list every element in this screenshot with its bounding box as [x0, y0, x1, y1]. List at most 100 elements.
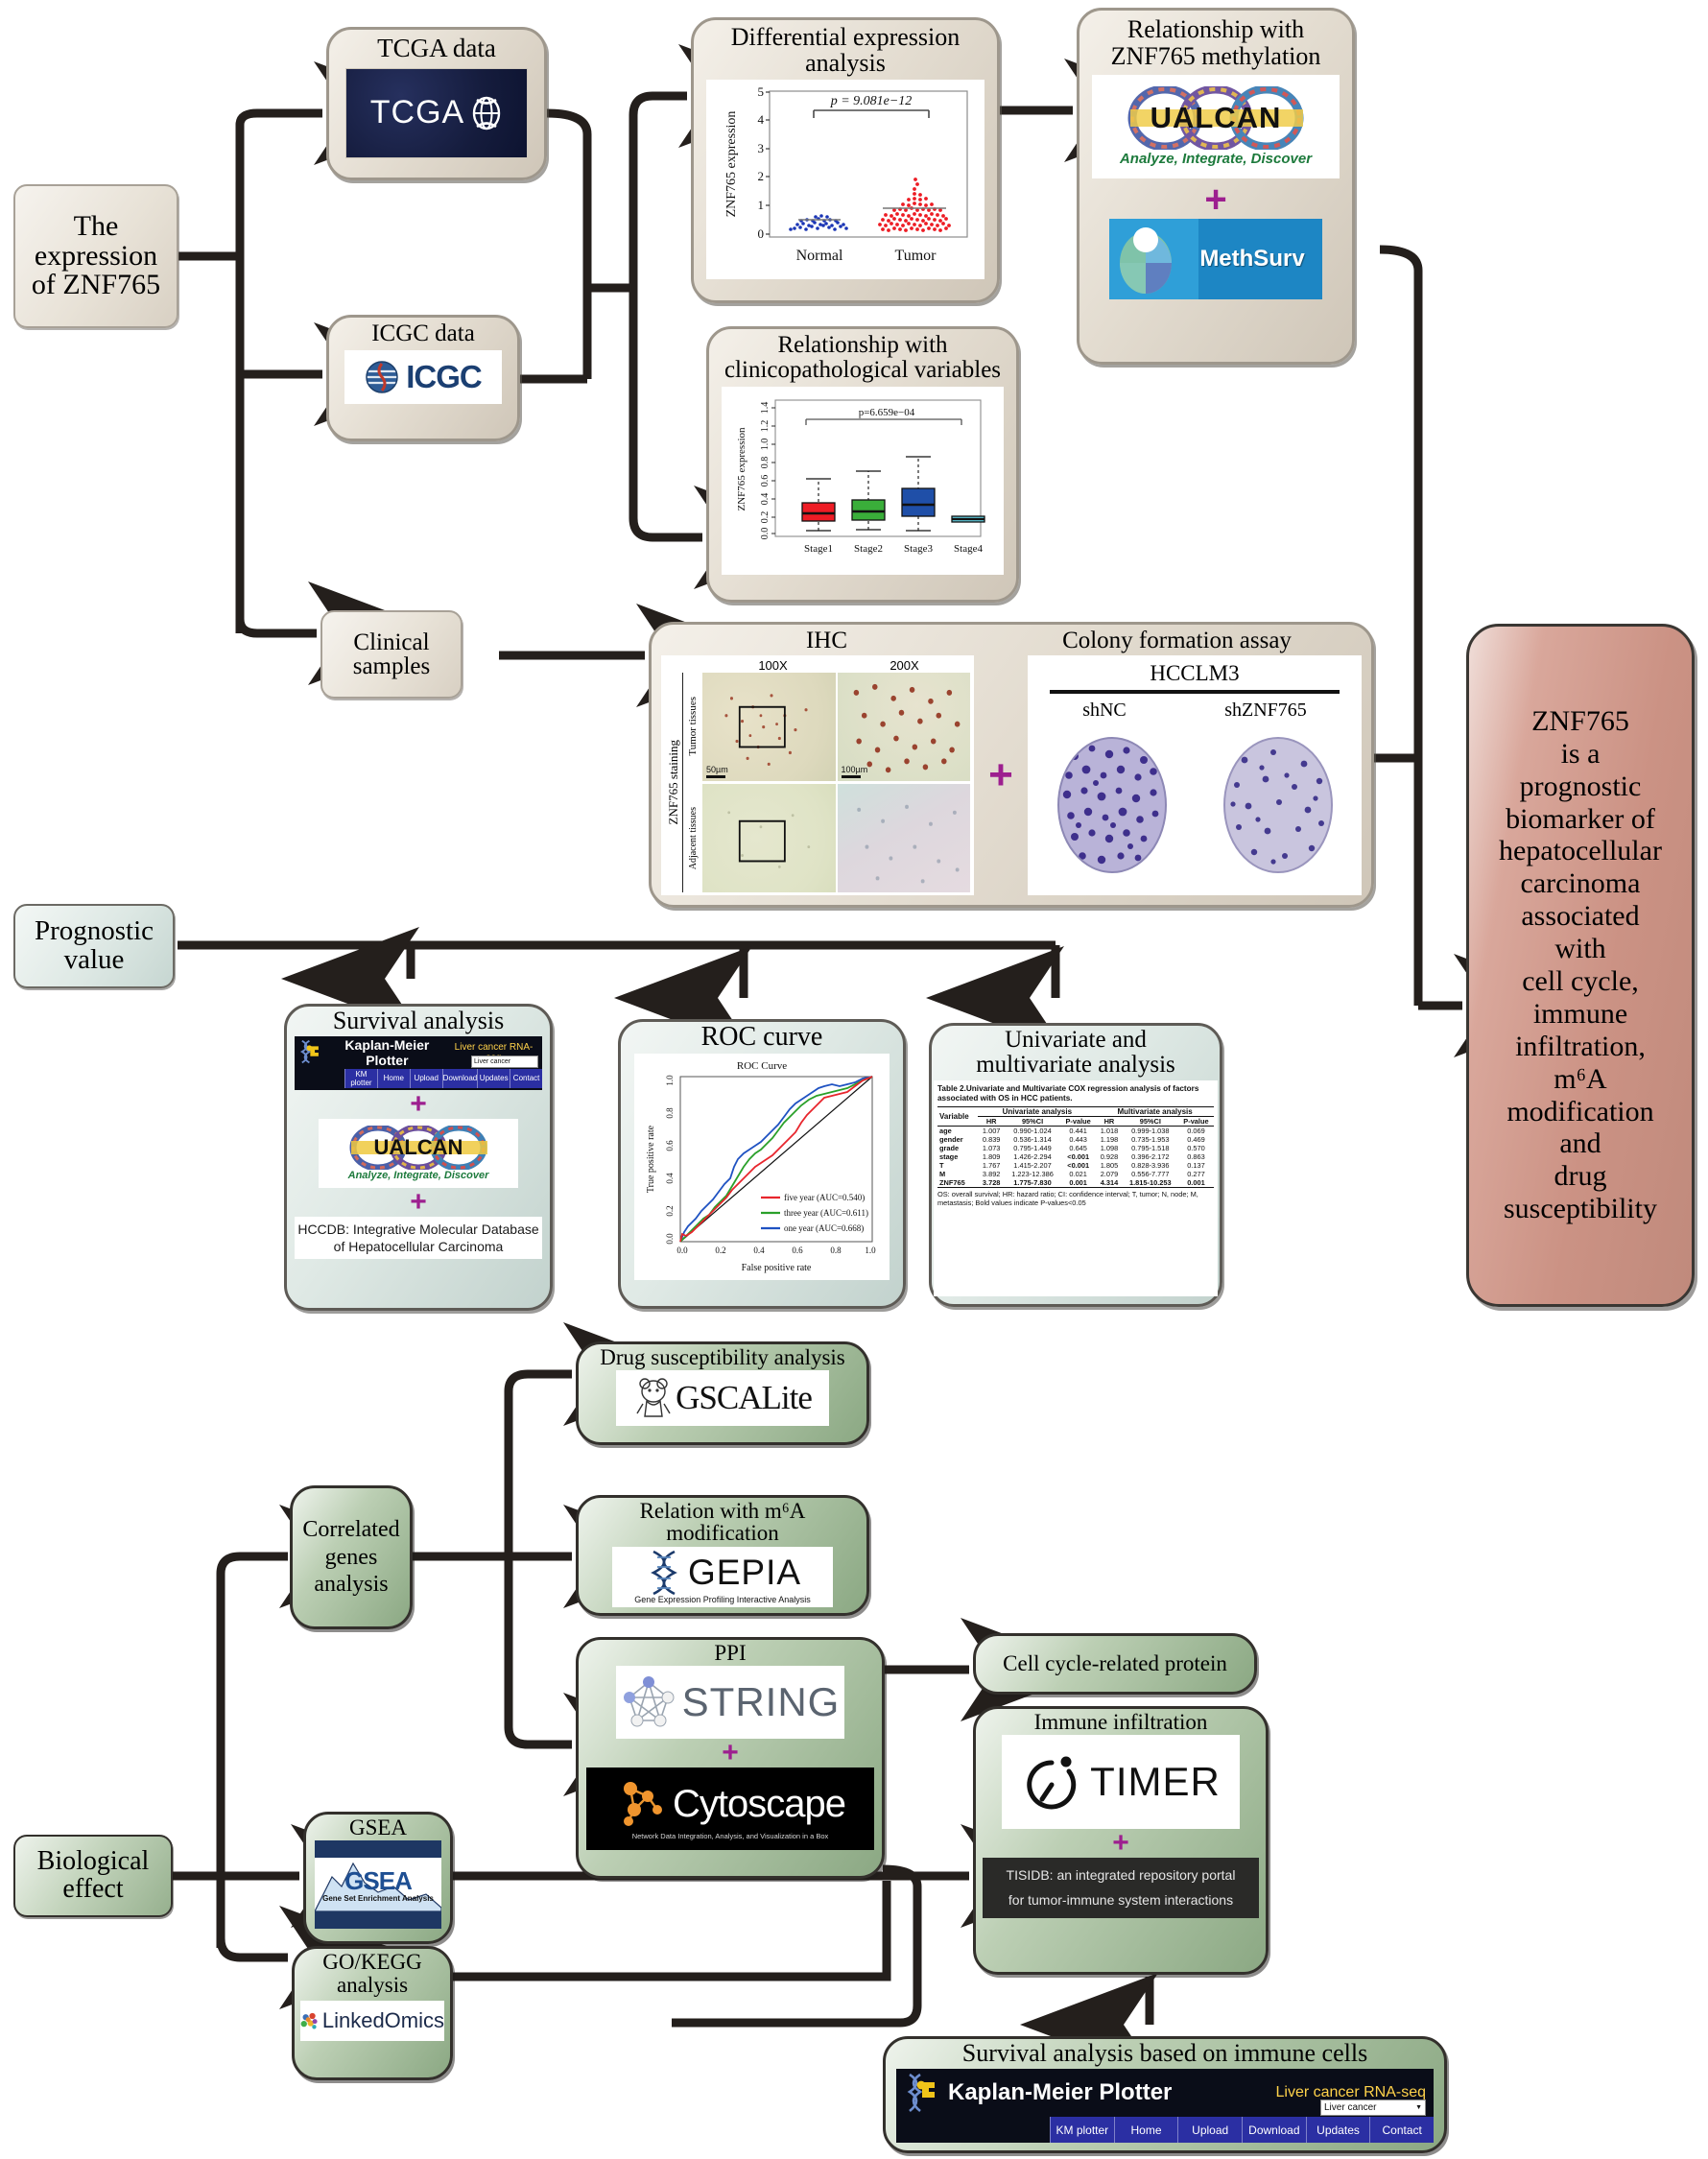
svg-text:ZNF765 expression: ZNF765 expression	[736, 427, 747, 511]
km-nav-item[interactable]: KM plotter	[344, 1068, 377, 1088]
km-nav-item[interactable]: Updates	[477, 1068, 510, 1088]
svg-text:3: 3	[758, 141, 765, 155]
cell-cycle-protein-box[interactable]: Cell cycle-related protein	[973, 1633, 1257, 1695]
drug-susceptibility-panel[interactable]: Drug susceptibility analysis GSCALite	[576, 1341, 869, 1445]
experiment-panel[interactable]: IHC Colony formation assay 100X 200X ZNF…	[649, 622, 1374, 908]
ihc-tumor-200x-image: 100µm	[837, 672, 970, 781]
methylation-panel[interactable]: Relationship with ZNF765 methylation UAL…	[1077, 8, 1355, 365]
km-nav-item[interactable]: Home	[376, 1068, 410, 1088]
cox-group-header-row: Variable Univariate analysis Multivariat…	[937, 1105, 1214, 1127]
cox-col-ci-uni: 95%CI	[1004, 1116, 1061, 1127]
svg-text:1.4: 1.4	[760, 402, 771, 415]
ppi-title: PPI	[714, 1641, 747, 1665]
svg-text:1: 1	[758, 198, 765, 212]
gokegg-panel[interactable]: GO/KEGG analysis LinkedOmics	[292, 1946, 453, 2080]
svg-text:4: 4	[758, 112, 765, 127]
cox-analysis-panel[interactable]: Univariate and multivariate analysis Tab…	[929, 1023, 1222, 1307]
ualcan-tagline-survival: Analyze, Integrate, Discover	[347, 1169, 489, 1181]
ppi-panel[interactable]: PPI STRING + Cytoscape Network Data Inte…	[576, 1637, 885, 1879]
km-nav-item[interactable]: Upload	[409, 1068, 442, 1088]
gepia-logo: GEPIA Gene Expression Profiling Interact…	[612, 1546, 833, 1607]
string-wordmark: STRING	[681, 1679, 841, 1725]
km-plotter-name-immune: Kaplan-Meier Plotter	[948, 2078, 1173, 2105]
string-logo: STRING	[616, 1666, 844, 1740]
svg-text:Normal: Normal	[796, 248, 843, 264]
prognostic-value-box[interactable]: Prognostic value	[13, 904, 175, 988]
colony-figure: HCCLM3 shNC shZNF765	[1028, 654, 1362, 895]
gepia-dna-icon	[651, 1551, 677, 1596]
ualcan-wordmark-survival: UALCAN	[373, 1134, 463, 1159]
conclusion-box[interactable]: ZNF765 is a prognostic biomarker of hepa…	[1466, 624, 1695, 1307]
ihc-scale-50um: 50µm	[706, 765, 728, 778]
gsea-title: GSEA	[348, 1815, 408, 1839]
tcga-logo-text: TCGA	[369, 94, 465, 131]
ualcan-wordmark: UALCAN	[1150, 101, 1282, 135]
km-dna-key-icon-immune	[907, 2073, 935, 2112]
km-nav-item[interactable]: Home	[1113, 2116, 1178, 2143]
roc-curve-panel[interactable]: ROC curve ROC Curve 1.0 0.8 0.6 0.4 0.2 …	[618, 1019, 906, 1309]
colony-title: Colony formation assay	[1062, 628, 1292, 653]
expression-root-label: The expression of ZNF765	[31, 210, 161, 301]
km-plotter-banner-survival[interactable]: Kaplan-Meier Plotter Liver cancer RNA-se…	[295, 1035, 542, 1090]
boxplot-svg: 1.4 1.2 1.0 0.8 0.6 0.4 0.2 0.0 ZNF765 e…	[736, 399, 985, 555]
km-immune-panel[interactable]: Survival analysis based on immune cells …	[883, 2036, 1447, 2153]
ihc-stain-axis-label: ZNF765 staining	[665, 672, 683, 892]
cox-col-variable: Variable	[937, 1105, 979, 1127]
cox-col-ci-multi: 95%CI	[1122, 1116, 1178, 1127]
km-plotter-banner-immune[interactable]: Kaplan-Meier Plotter Liver cancer RNA-se…	[896, 2068, 1434, 2143]
m6a-modification-panel[interactable]: Relation with m⁶A modification GEPIA Gen…	[576, 1495, 869, 1616]
cox-group-univariate: Univariate analysis	[978, 1105, 1097, 1117]
differential-expression-chart: 5 4 3 2 1 0 ZNF765 expression p = 9.081e−12	[706, 80, 984, 280]
cox-col-hr-uni: HR	[978, 1116, 1005, 1127]
km-nav-immune[interactable]: KM plotter Home Upload Download Updates …	[896, 2116, 1434, 2143]
km-nav-item[interactable]: Download	[1242, 2116, 1306, 2143]
colony-cellline-label: HCCLM3	[1150, 660, 1240, 685]
tcga-title: TCGA data	[377, 34, 496, 62]
prognostic-value-label: Prognostic value	[34, 915, 154, 975]
m6a-title: Relation with m⁶A modification	[586, 1500, 859, 1545]
svg-text:0.8: 0.8	[760, 457, 771, 469]
km-cancer-select-immune[interactable]: Liver cancer ▼	[1320, 2099, 1426, 2116]
experiment-plus-icon: +	[988, 751, 1013, 799]
km-nav-item[interactable]: Contact	[510, 1068, 542, 1088]
clinical-samples-label: Clinical samples	[352, 629, 431, 679]
svg-text:ZNF765 expression: ZNF765 expression	[724, 111, 739, 218]
cox-header-row: HR 95%CI P-value HR 95%CI P-value	[937, 1116, 1214, 1127]
clinical-samples-box[interactable]: Clinical samples	[320, 610, 463, 699]
cytoscape-network-icon	[624, 1782, 662, 1827]
km-nav-item[interactable]: KM plotter	[1050, 2116, 1114, 2143]
cytoscape-logo: Cytoscape Network Data Integration, Anal…	[586, 1768, 874, 1851]
ihc-mag-200-label: 200X	[890, 657, 919, 673]
svg-text:p=6.659e−04: p=6.659e−04	[859, 407, 915, 418]
svg-text:0.6: 0.6	[792, 1246, 803, 1255]
hccdb-logo: HCCDB: Integrative Molecular Database of…	[295, 1216, 542, 1259]
svg-text:Stage2: Stage2	[854, 543, 883, 555]
drug-susceptibility-title: Drug susceptibility analysis	[600, 1345, 845, 1369]
ihc-title: IHC	[805, 628, 848, 653]
icgc-data-box[interactable]: ICGC data ICGC	[326, 315, 520, 441]
differential-expression-panel[interactable]: Differential expression analysis 5 4 3 2 1 0…	[691, 17, 1000, 303]
tcga-data-box[interactable]: TCGA data TCGA	[326, 27, 547, 180]
km-cancer-select-survival[interactable]: Liver cancer	[471, 1055, 538, 1068]
methsurv-cell-icon	[1120, 227, 1172, 295]
gscalite-logo: GSCALite	[616, 1370, 829, 1427]
km-nav-survival[interactable]: KM plotter Home Upload Download Updates …	[295, 1068, 542, 1088]
km-plotter-name-survival: Kaplan-Meier Plotter	[344, 1036, 430, 1068]
icgc-logo-text: ICGC	[406, 358, 482, 394]
svg-text:True positive rate: True positive rate	[646, 1125, 656, 1193]
svg-text:5: 5	[758, 84, 765, 99]
survival-analysis-panel[interactable]: Survival analysis Kaplan-Meier Plotter L…	[284, 1004, 553, 1311]
expression-root-box[interactable]: The expression of ZNF765	[13, 184, 178, 328]
methsurv-wordmark: MethSurv	[1199, 246, 1305, 273]
km-nav-item[interactable]: Download	[441, 1068, 477, 1088]
gsea-panel[interactable]: GSEA GSEA Gene Set Enrichment Analysis	[303, 1812, 453, 1944]
immune-infiltration-panel[interactable]: Immune infiltration TIMER + TISIDB: an i…	[973, 1706, 1269, 1975]
survival-plus-icon-2: +	[410, 1185, 427, 1218]
km-nav-item[interactable]: Contact	[1369, 2116, 1434, 2143]
km-nav-item[interactable]: Updates	[1305, 2116, 1370, 2143]
correlated-genes-box[interactable]: Correlated genes analysis	[290, 1485, 413, 1629]
clinicopathological-panel[interactable]: Relationship with clinicopathological va…	[706, 326, 1019, 603]
linkedomics-wordmark: LinkedOmics	[321, 2007, 444, 2032]
km-nav-item[interactable]: Upload	[1177, 2116, 1242, 2143]
biological-effect-box[interactable]: Biological effect	[13, 1835, 173, 1917]
